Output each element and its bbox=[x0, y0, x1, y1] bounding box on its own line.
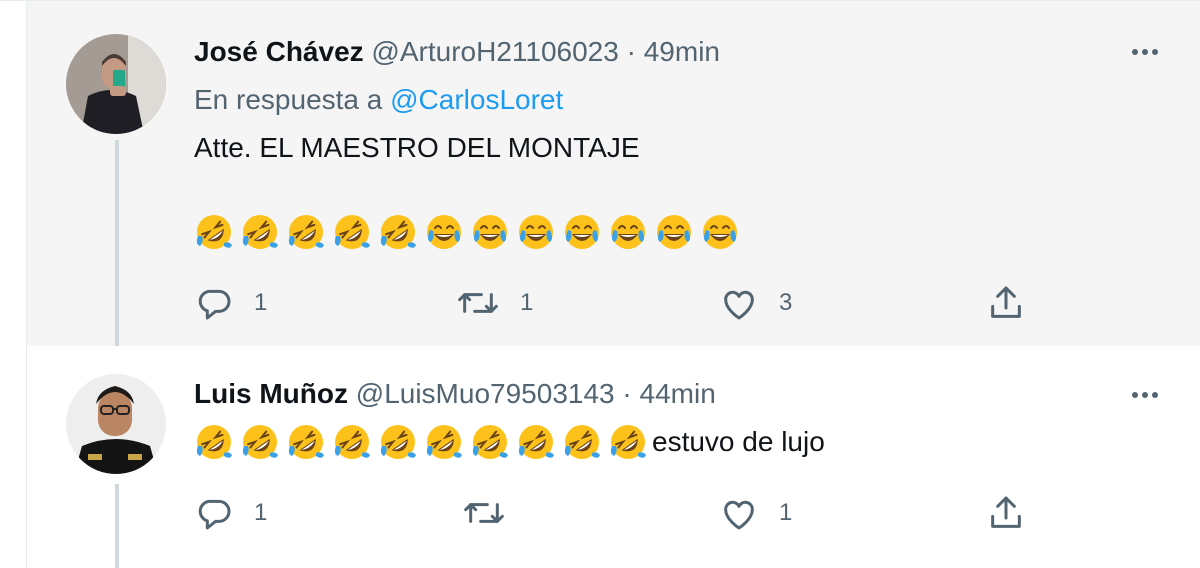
author-handle[interactable]: @ArturoH21106023 bbox=[371, 36, 618, 67]
reply-button[interactable]: 1 bbox=[194, 493, 267, 533]
share-icon bbox=[991, 496, 1021, 528]
rolling-on-floor-laughing-emoji bbox=[610, 425, 646, 459]
tears-of-joy-emoji bbox=[473, 215, 507, 249]
tears-of-joy-emoji bbox=[703, 215, 737, 249]
thread-line bbox=[115, 140, 119, 366]
rolling-on-floor-laughing-emoji bbox=[564, 425, 600, 459]
share-button[interactable] bbox=[986, 283, 1026, 323]
author-name[interactable]: José Chávez bbox=[194, 36, 364, 67]
avatar[interactable] bbox=[66, 374, 166, 474]
more-options-button[interactable] bbox=[1126, 385, 1166, 405]
retweet-button[interactable] bbox=[462, 493, 526, 533]
rolling-on-floor-laughing-emoji bbox=[380, 425, 416, 459]
tweet-text: Atte. EL MAESTRO DEL MONTAJE bbox=[194, 132, 640, 163]
avatar[interactable] bbox=[66, 34, 166, 134]
emoji-row bbox=[194, 212, 746, 252]
emoji-row: estuvo de lujo bbox=[194, 422, 825, 462]
tweet-header: Luis Muñoz @LuisMuo79503143 · 44min bbox=[194, 377, 716, 411]
rolling-on-floor-laughing-emoji bbox=[196, 215, 232, 249]
rolling-on-floor-laughing-emoji bbox=[380, 215, 416, 249]
reply-count: 1 bbox=[254, 499, 268, 526]
retweet-button[interactable]: 1 bbox=[456, 283, 533, 323]
like-count: 1 bbox=[779, 499, 793, 526]
reply-count: 1 bbox=[254, 289, 268, 316]
rolling-on-floor-laughing-emoji bbox=[242, 215, 278, 249]
rolling-on-floor-laughing-emoji bbox=[288, 215, 324, 249]
like-icon bbox=[724, 500, 754, 530]
retweet-icon bbox=[458, 293, 498, 313]
separator: · bbox=[626, 36, 636, 67]
tears-of-joy-emoji bbox=[611, 215, 645, 249]
reply-icon bbox=[198, 289, 231, 320]
rolling-on-floor-laughing-emoji bbox=[334, 425, 370, 459]
more-icon bbox=[1132, 49, 1158, 55]
more-icon bbox=[1132, 392, 1158, 398]
author-handle[interactable]: @LuisMuo79503143 bbox=[356, 378, 615, 409]
thread-line bbox=[115, 484, 119, 568]
tears-of-joy-emoji bbox=[427, 215, 461, 249]
rolling-on-floor-laughing-emoji bbox=[288, 425, 324, 459]
rolling-on-floor-laughing-emoji bbox=[334, 215, 370, 249]
rolling-on-floor-laughing-emoji bbox=[472, 425, 508, 459]
reply-button[interactable]: 1 bbox=[194, 283, 267, 323]
tweet-text: estuvo de lujo bbox=[652, 426, 825, 457]
like-button[interactable]: 1 bbox=[719, 493, 792, 533]
share-icon bbox=[991, 286, 1021, 318]
tweet-header: José Chávez @ArturoH21106023 · 49min bbox=[194, 35, 720, 69]
rolling-on-floor-laughing-emoji bbox=[242, 425, 278, 459]
like-icon bbox=[724, 290, 754, 320]
retweet-count: 1 bbox=[520, 289, 534, 316]
reply-icon bbox=[198, 499, 231, 530]
rolling-on-floor-laughing-emoji bbox=[518, 425, 554, 459]
tears-of-joy-emoji bbox=[657, 215, 691, 249]
share-button[interactable] bbox=[986, 493, 1026, 533]
tears-of-joy-emoji bbox=[565, 215, 599, 249]
reply-context: En respuesta a @CarlosLoret bbox=[194, 83, 563, 117]
timestamp[interactable]: 49min bbox=[644, 36, 720, 67]
tears-of-joy-emoji bbox=[519, 215, 553, 249]
mention-link[interactable]: @CarlosLoret bbox=[390, 84, 563, 115]
more-options-button[interactable] bbox=[1126, 42, 1166, 62]
like-count: 3 bbox=[779, 289, 793, 316]
author-name[interactable]: Luis Muñoz bbox=[194, 378, 348, 409]
rolling-on-floor-laughing-emoji bbox=[426, 425, 462, 459]
like-button[interactable]: 3 bbox=[719, 283, 792, 323]
timestamp[interactable]: 44min bbox=[640, 378, 716, 409]
rolling-on-floor-laughing-emoji bbox=[196, 425, 232, 459]
reply-prefix: En respuesta a bbox=[194, 84, 383, 115]
separator: · bbox=[622, 378, 632, 409]
retweet-icon bbox=[464, 503, 504, 523]
